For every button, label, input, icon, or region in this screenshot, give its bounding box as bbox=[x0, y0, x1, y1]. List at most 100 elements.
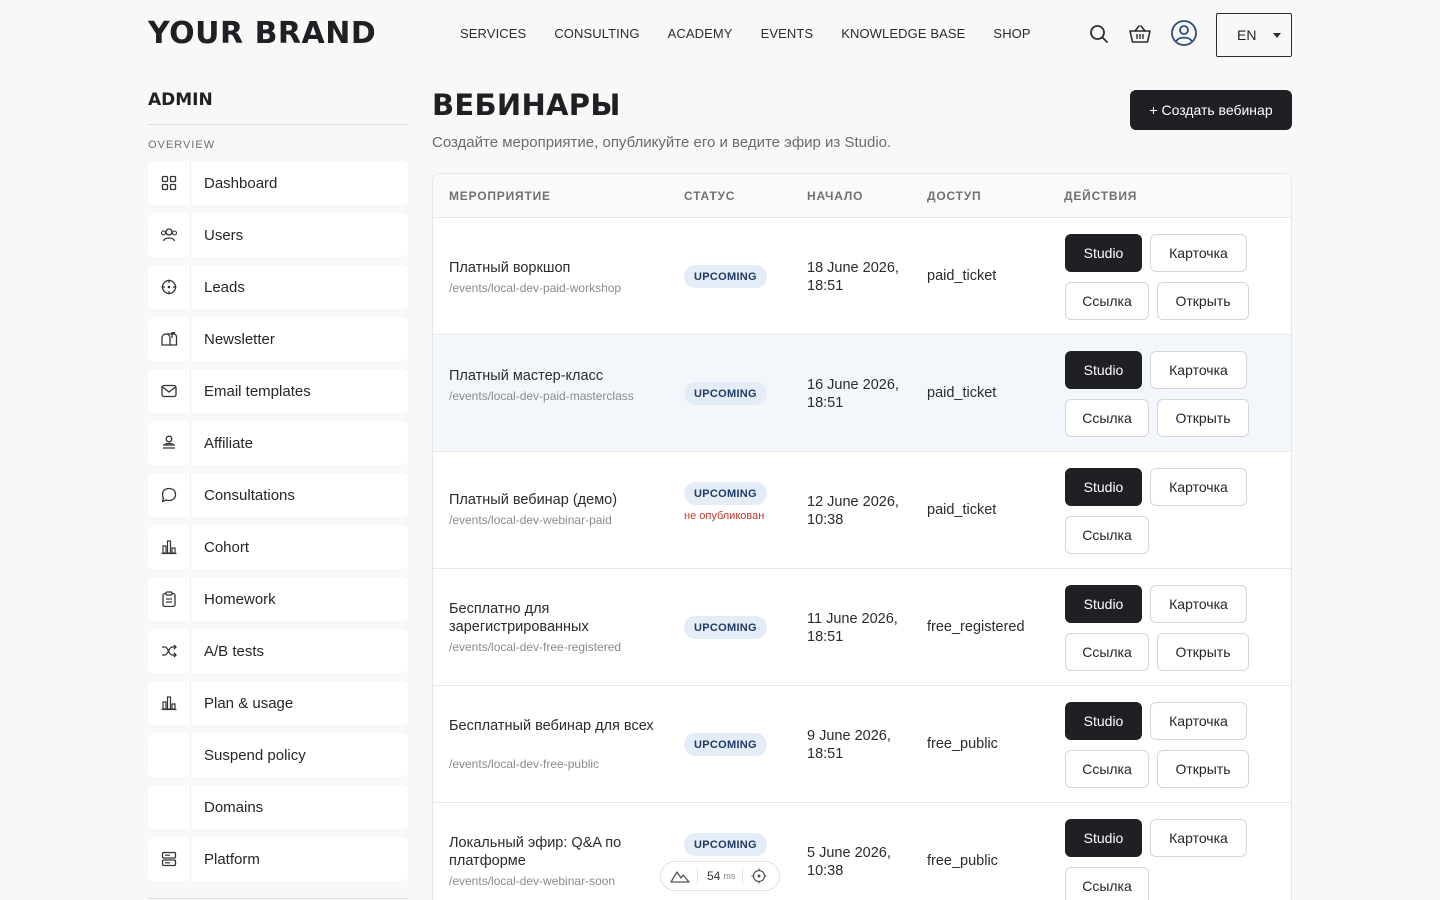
nav-shop[interactable]: SHOP bbox=[993, 26, 1030, 41]
page-subtitle: Создайте мероприятие, опубликуйте его и … bbox=[432, 134, 892, 151]
sidebar-item-leads[interactable]: Leads bbox=[148, 265, 408, 309]
sidebar-item-users[interactable]: Users bbox=[148, 213, 408, 257]
nav-events[interactable]: EVENTS bbox=[761, 26, 814, 41]
bar-chart-icon bbox=[148, 525, 191, 569]
table-row: Платный мастер-класс /events/local-dev-p… bbox=[433, 335, 1291, 452]
event-access: paid_ticket bbox=[927, 385, 997, 401]
event-name: Бесплатно для зарегистрированных bbox=[449, 601, 589, 635]
webinars-table: МЕРОПРИЯТИЕ СТАТУС НАЧАЛО ДОСТУП ДЕЙСТВИ… bbox=[432, 173, 1292, 900]
nav-knowledge-base[interactable]: KNOWLEDGE BASE bbox=[841, 26, 965, 41]
sidebar-item-label: Homework bbox=[204, 590, 276, 608]
studio-button[interactable]: Studio bbox=[1065, 351, 1142, 389]
sidebar-item-email-templates[interactable]: Email templates bbox=[148, 369, 408, 413]
open-button[interactable]: Открыть bbox=[1157, 633, 1249, 671]
divider bbox=[742, 869, 744, 883]
shuffle-icon bbox=[148, 629, 191, 673]
event-access: paid_ticket bbox=[927, 268, 997, 284]
link-button[interactable]: Ссылка bbox=[1065, 399, 1149, 437]
table-row: Бесплатный вебинар для всех /events/loca… bbox=[433, 686, 1291, 803]
studio-button[interactable]: Studio bbox=[1065, 702, 1142, 740]
open-button[interactable]: Открыть bbox=[1157, 399, 1249, 437]
sidebar-item-domains[interactable]: Domains bbox=[148, 785, 408, 829]
event-slug: /events/local-dev-free-registered bbox=[449, 640, 622, 654]
sidebar-divider bbox=[148, 898, 408, 899]
event-start: 16 June 2026, 18:51 bbox=[807, 377, 899, 411]
perf-widget[interactable]: 54 ms bbox=[660, 861, 780, 891]
event-slug: /events/local-dev-webinar-paid bbox=[449, 513, 612, 527]
studio-button[interactable]: Studio bbox=[1065, 585, 1142, 623]
sidebar-item-consultations[interactable]: Consultations bbox=[148, 473, 408, 517]
sidebar-item-label: Email templates bbox=[204, 382, 311, 400]
table-header: МЕРОПРИЯТИЕ СТАТУС НАЧАЛО ДОСТУП ДЕЙСТВИ… bbox=[433, 174, 1291, 218]
status-badge: UPCOMING bbox=[684, 833, 767, 856]
column-header-start: НАЧАЛО bbox=[807, 189, 864, 203]
column-header-access: ДОСТУП bbox=[927, 189, 982, 203]
sidebar-item-label: Affiliate bbox=[204, 434, 253, 452]
nav-consulting[interactable]: CONSULTING bbox=[554, 26, 639, 41]
divider bbox=[697, 869, 698, 883]
perf-value: 54 bbox=[707, 869, 721, 883]
studio-button[interactable]: Studio bbox=[1065, 468, 1142, 506]
nav-services[interactable]: SERVICES bbox=[460, 26, 526, 41]
event-slug: /events/local-dev-free-public bbox=[449, 757, 600, 771]
event-access: free_public bbox=[927, 736, 998, 752]
nav-academy[interactable]: ACADEMY bbox=[668, 26, 733, 41]
column-header-event: МЕРОПРИЯТИЕ bbox=[449, 189, 551, 203]
sidebar-item-label: Dashboard bbox=[204, 174, 278, 192]
sidebar-item-newsletter[interactable]: Newsletter bbox=[148, 317, 408, 361]
link-button[interactable]: Ссылка bbox=[1065, 282, 1149, 320]
event-name: Платный мастер-класс bbox=[449, 368, 604, 384]
status-badge: UPCOMING bbox=[684, 616, 767, 639]
sidebar-section-label: OVERVIEW bbox=[148, 139, 216, 151]
search-icon[interactable] bbox=[1087, 22, 1111, 46]
grid-icon bbox=[148, 161, 191, 205]
table-row: Платный воркшоп /events/local-dev-paid-w… bbox=[433, 218, 1291, 335]
clipboard-icon bbox=[148, 577, 191, 621]
sidebar-item-suspend-policy[interactable]: Suspend policy bbox=[148, 733, 408, 777]
sidebar-item-plan-usage[interactable]: Plan & usage bbox=[148, 681, 408, 725]
link-button[interactable]: Ссылка bbox=[1065, 516, 1149, 554]
sidebar-item-platform[interactable]: Platform bbox=[148, 837, 408, 881]
sidebar-item-ab-tests[interactable]: A/B tests bbox=[148, 629, 408, 673]
sidebar-item-dashboard[interactable]: Dashboard bbox=[148, 161, 408, 205]
card-button[interactable]: Карточка bbox=[1150, 351, 1247, 389]
sidebar-divider bbox=[148, 124, 408, 125]
card-button[interactable]: Карточка bbox=[1150, 702, 1247, 740]
link-button[interactable]: Ссылка bbox=[1065, 867, 1149, 900]
sidebar-item-affiliate[interactable]: Affiliate bbox=[148, 421, 408, 465]
status-badge: UPCOMING bbox=[684, 265, 767, 288]
link-button[interactable]: Ссылка bbox=[1065, 633, 1149, 671]
language-select[interactable]: EN bbox=[1216, 13, 1292, 57]
users-icon bbox=[148, 213, 191, 257]
column-header-status: СТАТУС bbox=[684, 189, 736, 203]
card-button[interactable]: Карточка bbox=[1150, 585, 1247, 623]
event-name: Бесплатный вебинар для всех bbox=[449, 718, 654, 734]
brand-logo[interactable]: YOUR BRAND bbox=[148, 16, 376, 51]
sidebar-item-label: Platform bbox=[204, 850, 260, 868]
event-start: 11 June 2026, 18:51 bbox=[807, 611, 898, 645]
table-row: Бесплатно для зарегистрированных /events… bbox=[433, 569, 1291, 686]
sidebar-item-label: A/B tests bbox=[204, 642, 265, 660]
card-button[interactable]: Карточка bbox=[1150, 819, 1247, 857]
event-start: 18 June 2026, 18:51 bbox=[807, 260, 899, 294]
sidebar-nav: Dashboard Users Leads Newsletter Email t… bbox=[148, 161, 408, 889]
card-button[interactable]: Карточка bbox=[1150, 234, 1247, 272]
mailbox-icon bbox=[148, 317, 191, 361]
empty-icon-slot bbox=[148, 785, 191, 829]
crosshair-icon[interactable] bbox=[751, 868, 767, 884]
studio-button[interactable]: Studio bbox=[1065, 819, 1142, 857]
sidebar-item-homework[interactable]: Homework bbox=[148, 577, 408, 621]
card-button[interactable]: Карточка bbox=[1150, 468, 1247, 506]
sidebar-item-cohort[interactable]: Cohort bbox=[148, 525, 408, 569]
basket-icon[interactable] bbox=[1128, 22, 1152, 46]
link-button[interactable]: Ссылка bbox=[1065, 750, 1149, 788]
open-button[interactable]: Открыть bbox=[1157, 282, 1249, 320]
main-nav: SERVICES CONSULTING ACADEMY EVENTS KNOWL… bbox=[460, 26, 1059, 41]
user-icon[interactable] bbox=[1170, 19, 1198, 47]
server-icon bbox=[148, 837, 191, 881]
studio-button[interactable]: Studio bbox=[1065, 234, 1142, 272]
event-start: 9 June 2026, 18:51 bbox=[807, 728, 891, 762]
create-webinar-button[interactable]: + Создать вебинар bbox=[1130, 90, 1292, 130]
target-icon bbox=[148, 265, 191, 309]
open-button[interactable]: Открыть bbox=[1157, 750, 1249, 788]
